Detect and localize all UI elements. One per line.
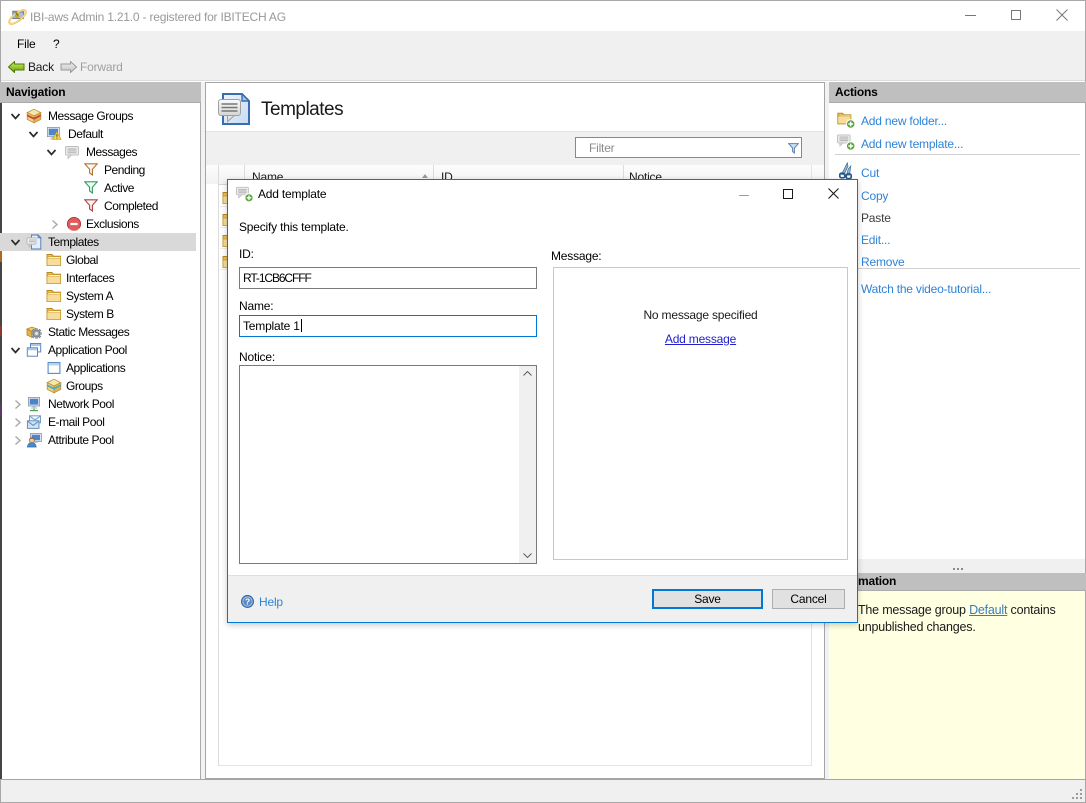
svg-text:?: ?: [245, 596, 250, 606]
